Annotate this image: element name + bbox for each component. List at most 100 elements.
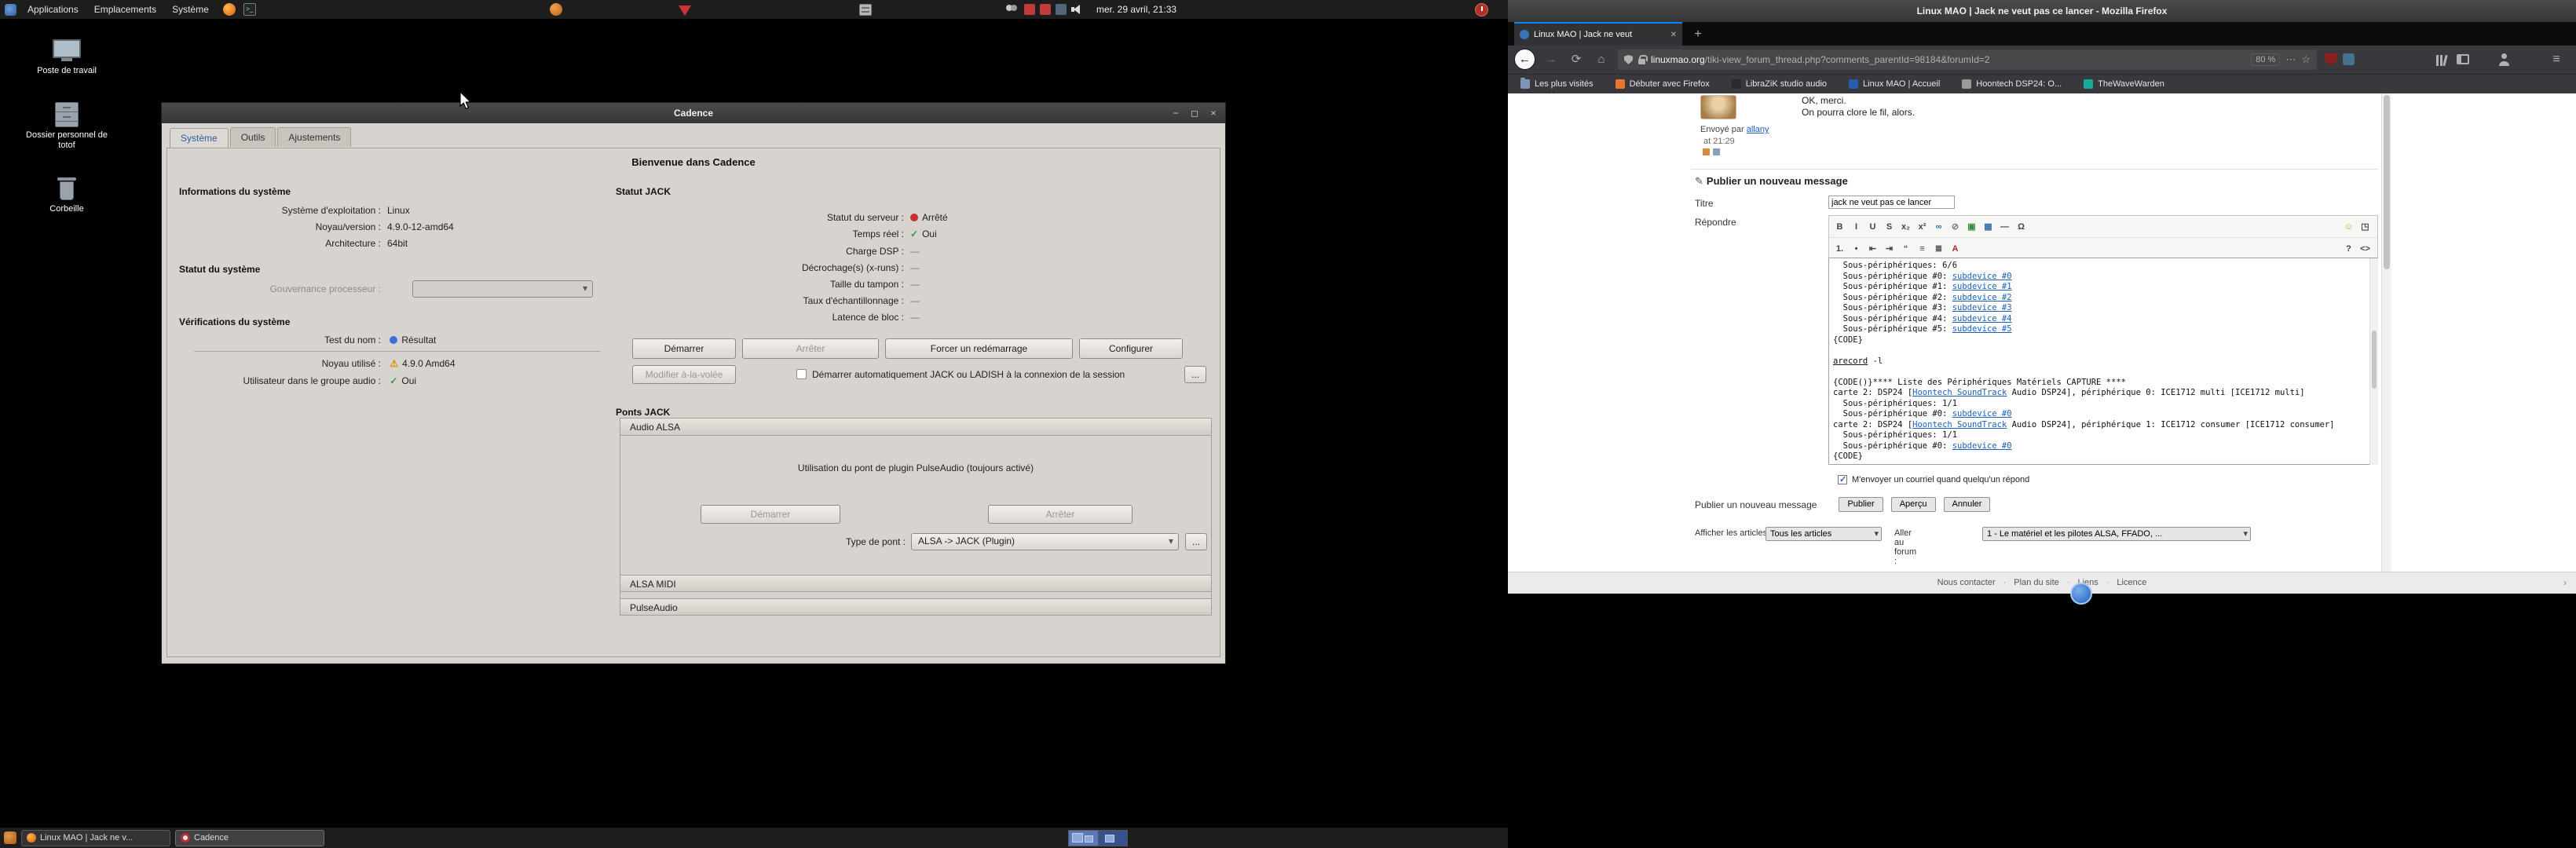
bridge-section-audio-alsa[interactable]: Audio ALSA — [620, 419, 1211, 436]
smiley-icon[interactable]: ☺ — [2341, 219, 2356, 234]
bridge-more-button[interactable]: ... — [1185, 533, 1207, 550]
desktop-icon-dossier-personnel[interactable]: Dossier personnel de totof — [24, 102, 110, 151]
tab-close-icon[interactable]: ✕ — [1670, 31, 1677, 39]
hamburger-menu-icon[interactable]: ≡ — [2546, 49, 2567, 70]
blue-circle-badge[interactable] — [2070, 583, 2092, 605]
help-icon[interactable]: ? — [2341, 241, 2356, 256]
menu-applications[interactable]: Applications — [20, 0, 86, 20]
home-button[interactable]: ⌂ — [1591, 49, 1612, 70]
editor-content[interactable]: Sous-périphériques: 6/6 Sous-périphériqu… — [1828, 258, 2378, 465]
sidebar-icon[interactable] — [2457, 54, 2469, 64]
horizontal-rule-icon[interactable]: ― — [1997, 219, 2012, 234]
bookmark-thewavewarden[interactable]: TheWaveWarden — [2084, 79, 2164, 89]
outdent-icon[interactable]: ⇤ — [1865, 241, 1880, 256]
email-icon[interactable] — [1713, 148, 1720, 155]
goto-forum-select[interactable]: 1 - Le matériel et les pilotes ALSA, FFA… — [1982, 527, 2251, 541]
footer-link[interactable]: Plan du site — [1996, 578, 2059, 587]
text-color-icon[interactable]: A — [1948, 241, 1963, 256]
editor-scrollbar[interactable] — [2369, 258, 2378, 465]
cadence-titlebar[interactable]: Cadence — [162, 103, 1225, 123]
zoom-indicator[interactable]: 80 % — [2251, 53, 2281, 66]
account-icon[interactable] — [2497, 53, 2510, 66]
cancel-button[interactable]: Annuler — [1943, 497, 1991, 512]
autostart-checkbox[interactable] — [796, 369, 807, 379]
close-button[interactable]: × — [1208, 108, 1219, 119]
bookmark-hoontech-dsp24[interactable]: Hoontech DSP24: O... — [1962, 79, 2062, 89]
firefox-launcher-icon[interactable] — [222, 3, 236, 16]
image-icon[interactable]: ▣ — [1964, 219, 1979, 234]
lock-icon[interactable] — [1638, 54, 1648, 64]
forward-button[interactable]: → — [1541, 49, 1561, 70]
blockquote-icon[interactable]: “ — [1898, 241, 1913, 256]
source-icon[interactable]: <> — [2358, 241, 2373, 256]
extension-icon[interactable] — [2343, 53, 2355, 65]
maximize-editor-icon[interactable]: ◳ — [2358, 219, 2373, 234]
strikethrough-icon[interactable]: S — [1882, 219, 1897, 234]
align-center-icon[interactable]: ≣ — [1931, 241, 1946, 256]
italic-icon[interactable]: I — [1849, 219, 1864, 234]
numbered-list-icon[interactable]: 1. — [1832, 241, 1847, 256]
preview-button[interactable]: Aperçu — [1890, 497, 1936, 512]
footer-link[interactable]: Nous contacter — [1937, 578, 1996, 587]
menu-emplacements[interactable]: Emplacements — [86, 0, 164, 20]
applications-menu-icon[interactable] — [5, 3, 16, 16]
volume-icon[interactable] — [1071, 4, 1084, 15]
terminal-launcher-icon[interactable]: >_ — [243, 3, 256, 16]
shutdown-icon[interactable] — [1475, 3, 1488, 16]
ublock-extension-icon[interactable] — [2325, 53, 2337, 66]
tab-systeme[interactable]: Système — [170, 128, 229, 148]
red-tray-icon-2[interactable] — [1040, 4, 1051, 15]
jack-force-restart-button[interactable]: Forcer un redémarrage — [885, 338, 1073, 359]
subscript-icon[interactable]: x₂ — [1898, 219, 1913, 234]
bold-icon[interactable]: B — [1832, 219, 1847, 234]
desktop-icon-poste-de-travail[interactable]: Poste de travail — [24, 39, 110, 76]
user-profile-icon[interactable] — [1703, 148, 1710, 155]
bookmark-les-plus-visites[interactable]: Les plus visités — [1520, 78, 1594, 89]
taskbar-applet-icon[interactable] — [4, 832, 16, 844]
maximize-button[interactable]: ◻ — [1189, 108, 1200, 119]
author-link[interactable]: allany — [1747, 125, 1769, 134]
table-icon[interactable]: ▦ — [1981, 219, 1996, 234]
articles-filter-select[interactable]: Tous les articles — [1766, 527, 1882, 541]
back-button[interactable]: ← — [1514, 49, 1535, 70]
superscript-icon[interactable]: x² — [1915, 219, 1930, 234]
bookmark-linux-mao-accueil[interactable]: Linux MAO | Accueil — [1849, 79, 1940, 89]
red-tray-icon-1[interactable] — [1024, 4, 1035, 15]
page-actions-icon[interactable]: ⋯ — [2285, 53, 2296, 66]
avatar[interactable] — [1700, 95, 1736, 119]
bridge-section-alsa-midi[interactable]: ALSA MIDI — [620, 575, 1211, 592]
orange-applet-icon[interactable] — [550, 3, 562, 16]
underline-icon[interactable]: U — [1865, 219, 1880, 234]
indent-icon[interactable]: ⇥ — [1882, 241, 1897, 256]
tab-linux-mao[interactable]: Linux MAO | Jack ne veut ✕ — [1514, 22, 1682, 46]
align-left-icon[interactable]: ≡ — [1915, 241, 1930, 256]
bullet-list-icon[interactable]: • — [1849, 241, 1864, 256]
firefox-titlebar[interactable]: Linux MAO | Jack ne veut pas ce lancer -… — [1508, 0, 2576, 22]
workspace-2[interactable] — [1097, 831, 1127, 846]
title-input[interactable] — [1828, 196, 1955, 209]
menu-systeme[interactable]: Système — [164, 0, 217, 20]
special-char-icon[interactable]: Ω — [2014, 219, 2029, 234]
red-triangle-applet-icon[interactable] — [679, 5, 691, 16]
jack-more-button[interactable]: ... — [1184, 366, 1206, 383]
gray-applet-icon[interactable] — [859, 4, 872, 16]
jack-configure-button[interactable]: Configurer — [1079, 338, 1183, 359]
new-tab-button[interactable]: + — [1689, 25, 1707, 44]
tab-ajustements[interactable]: Ajustements — [277, 127, 352, 147]
minimize-button[interactable]: − — [1170, 108, 1181, 119]
desktop-icon-corbeille[interactable]: Corbeille — [24, 177, 110, 214]
panel-clock[interactable]: mer. 29 avril, 21:33 — [1096, 0, 1176, 20]
bridge-type-select[interactable]: ALSA -> JACK (Plugin) — [911, 533, 1179, 550]
link-icon[interactable]: ∞ — [1931, 219, 1946, 234]
unlink-icon[interactable]: ⊘ — [1948, 219, 1963, 234]
bookmark-librazik-studio-audio[interactable]: LibraZiK studio audio — [1731, 79, 1827, 89]
bookmark-star-icon[interactable]: ☆ — [2301, 53, 2311, 66]
reload-button[interactable]: ⟳ — [1566, 49, 1586, 70]
taskbar-item-cadence[interactable]: Cadence — [175, 829, 324, 846]
bookmark-debuter-avec-firefox[interactable]: Débuter avec Firefox — [1615, 79, 1710, 89]
footer-link[interactable]: Licence — [2098, 578, 2147, 587]
page-scrollbar[interactable] — [2381, 93, 2391, 572]
url-bar[interactable]: linuxmao.org/tiki-view_forum_thread.php?… — [1618, 49, 2317, 70]
bridge-section-pulseaudio[interactable]: PulseAudio — [620, 598, 1211, 616]
jack-start-button[interactable]: Démarrer — [632, 338, 736, 359]
